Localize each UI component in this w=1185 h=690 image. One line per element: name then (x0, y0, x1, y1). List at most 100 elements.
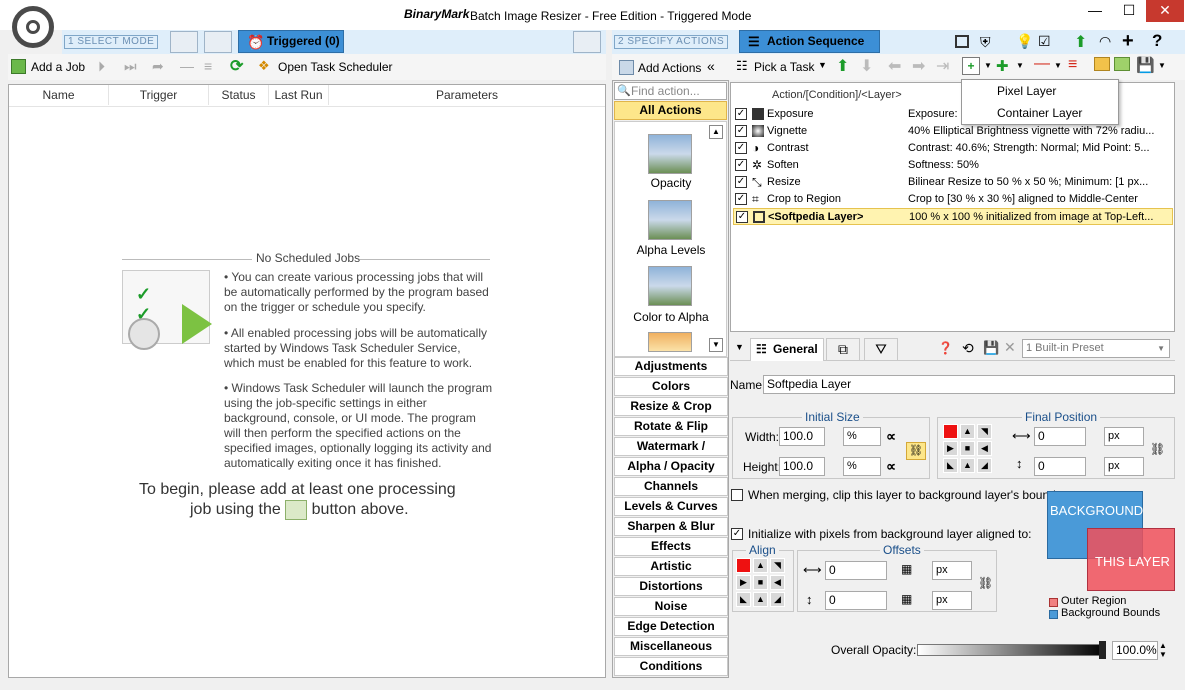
minimize-button[interactable]: — (1078, 0, 1112, 22)
add-layer-dropdown-icon[interactable]: ▼ (984, 61, 992, 70)
offset-x-unit[interactable]: px (932, 561, 972, 580)
interactive-mode-icon[interactable] (170, 31, 198, 53)
opacity-spinner-icon[interactable]: ▲ ▼ (1159, 641, 1167, 659)
category-resize-crop[interactable]: Resize & Crop (614, 397, 728, 416)
gallery-scroll-down-icon[interactable]: ▼ (709, 338, 723, 352)
position-y-field[interactable]: 0 (1034, 457, 1086, 476)
save-icon[interactable]: 💾 (1136, 56, 1155, 74)
tab-triggered[interactable]: ⏰ Triggered (0) (238, 30, 344, 53)
action-row-contrast[interactable]: ✓ ◑ Contrast Contrast: 40.6%; Strength: … (733, 140, 1173, 157)
wifi-icon[interactable]: ◠ (1099, 33, 1111, 50)
category-noise[interactable]: Noise (614, 597, 728, 616)
props-reset-icon[interactable]: ⟲ (962, 340, 974, 357)
action-checkbox[interactable]: ✓ (736, 211, 748, 223)
action-row-resize[interactable]: ✓ ⤡ Resize Bilinear Resize to 50 % x 50 … (733, 174, 1173, 191)
offset-x-field[interactable]: 0 (825, 561, 887, 580)
init-align-grid[interactable]: ▲ ◥ ▶ ■ ◀ ◣ ▲ ◢ (736, 558, 787, 609)
move-right-icon[interactable]: ➡ (912, 56, 925, 76)
image-preview-icon[interactable] (573, 31, 601, 53)
gallery-scroll-up-icon[interactable]: ▲ (709, 125, 723, 139)
save-dropdown-icon[interactable]: ▼ (1158, 61, 1166, 70)
offset-y-unit[interactable]: px (932, 591, 972, 610)
category-distortions[interactable]: Distortions (614, 577, 728, 596)
lock-aspect-icon[interactable]: ∝ (886, 428, 896, 445)
category-edge-detection[interactable]: Edge Detection (614, 617, 728, 636)
export-icon[interactable]: ➦ (152, 58, 164, 75)
offset-y-field[interactable]: 0 (825, 591, 887, 610)
gallery-item-alpha-levels[interactable]: Alpha Levels (614, 243, 728, 257)
column-trigger[interactable]: Trigger (109, 85, 209, 105)
remove-icon[interactable]: — (180, 58, 194, 74)
menu-item-container-layer[interactable]: Container Layer (997, 106, 1082, 120)
upload-arrow-icon[interactable]: ⬆ (1074, 32, 1087, 52)
position-x-unit[interactable]: px (1104, 427, 1144, 446)
add-condition-dropdown-icon[interactable]: ▼ (1016, 61, 1024, 70)
add-layer-icon[interactable]: + (962, 57, 980, 75)
nest-icon[interactable]: ⇥ (936, 56, 949, 76)
action-checkbox[interactable]: ✓ (735, 176, 747, 188)
opacity-slider[interactable] (917, 644, 1105, 656)
category-alpha-opacity[interactable]: Alpha / Opacity (614, 457, 728, 476)
category-watermark-overlay[interactable]: Watermark / Overlay (614, 437, 728, 470)
plus-menu-icon[interactable]: + (1122, 30, 1134, 53)
open-task-scheduler-button[interactable]: Open Task Scheduler (278, 60, 393, 74)
category-adjustments[interactable]: Adjustments (614, 357, 728, 376)
checklist-icon[interactable]: ☑ (1038, 33, 1051, 50)
category-artistic[interactable]: Artistic (614, 557, 728, 576)
move-down-icon[interactable]: ⬇ (860, 56, 873, 76)
category-colors[interactable]: Colors (614, 377, 728, 396)
position-y-unit[interactable]: px (1104, 457, 1144, 476)
init-checkbox[interactable]: ✓ (731, 528, 743, 540)
maximize-button[interactable]: ☐ (1112, 0, 1146, 22)
offset-y-calc-icon[interactable]: ▦ (901, 592, 912, 606)
clip-checkbox[interactable] (731, 489, 743, 501)
lock-aspect-icon[interactable]: ∝ (886, 458, 896, 475)
list-icon[interactable]: ≡ (204, 58, 212, 74)
action-checkbox[interactable]: ✓ (735, 108, 747, 120)
layer-name-field[interactable]: Softpedia Layer (763, 375, 1175, 394)
menu-item-pixel-layer[interactable]: Pixel Layer (997, 84, 1056, 98)
folder-watch-mode-icon[interactable] (204, 31, 232, 53)
add-actions-button[interactable]: Add Actions (638, 61, 701, 75)
link-position-icon[interactable]: ⛓ (1150, 442, 1165, 456)
remove-dropdown-icon[interactable]: ▼ (1054, 61, 1062, 70)
link-size-icon[interactable]: ⛓ (906, 442, 926, 460)
offset-x-calc-icon[interactable]: ▦ (901, 562, 912, 576)
help-icon[interactable]: ? (1152, 31, 1162, 51)
action-checkbox[interactable]: ✓ (735, 159, 747, 171)
column-name[interactable]: Name (9, 85, 109, 105)
category-miscellaneous[interactable]: Miscellaneous (614, 637, 728, 656)
width-field[interactable]: 100.0 (779, 427, 825, 446)
height-field[interactable]: 100.0 (779, 457, 825, 476)
tab-blend-icon[interactable]: ⧉ (826, 338, 860, 361)
position-x-field[interactable]: 0 (1034, 427, 1086, 446)
open-recent-icon[interactable] (1114, 57, 1130, 71)
category-rotate-flip[interactable]: Rotate & Flip (614, 417, 728, 436)
remove-action-icon[interactable]: — (1034, 55, 1050, 73)
console-icon[interactable] (955, 35, 969, 48)
opacity-thumbnail[interactable] (648, 134, 692, 174)
category-effects[interactable]: Effects (614, 537, 728, 556)
collapse-props-icon[interactable]: ▼ (735, 342, 744, 352)
column-last-run[interactable]: Last Run (269, 85, 329, 105)
clear-list-icon[interactable]: ≡ (1068, 56, 1077, 74)
run-icon[interactable]: ⏵ (98, 58, 105, 75)
tab-filter-icon[interactable]: ⛛ (864, 338, 898, 361)
all-actions-header[interactable]: All Actions (614, 101, 727, 120)
props-save-icon[interactable]: 💾 (983, 340, 999, 356)
action-row-vignette[interactable]: ✓ Vignette 40% Elliptical Brightness vig… (733, 123, 1173, 140)
tab-action-sequence[interactable]: ☰ Action Sequence (7) (739, 30, 880, 69)
action-checkbox[interactable]: ✓ (735, 142, 747, 154)
refresh-icon[interactable]: ⟳ (230, 56, 243, 76)
opacity-field[interactable]: 100.0% (1112, 641, 1158, 660)
category-sharpen-blur[interactable]: Sharpen & Blur (614, 517, 728, 536)
link-offsets-icon[interactable]: ⛓ (978, 576, 993, 590)
pick-task-button[interactable]: Pick a Task (754, 60, 814, 74)
position-align-grid[interactable]: ▲ ◥ ▶ ■ ◀ ◣ ▲ ◢ (943, 424, 994, 475)
move-left-icon[interactable]: ⬅ (888, 56, 901, 76)
move-up-icon[interactable]: ⬆ (836, 56, 849, 76)
height-unit-dropdown[interactable]: % (843, 457, 881, 476)
settings-gear-icon[interactable] (12, 6, 54, 48)
next-thumbnail[interactable] (648, 332, 692, 352)
forward-icon[interactable]: ⏭ (124, 58, 137, 75)
